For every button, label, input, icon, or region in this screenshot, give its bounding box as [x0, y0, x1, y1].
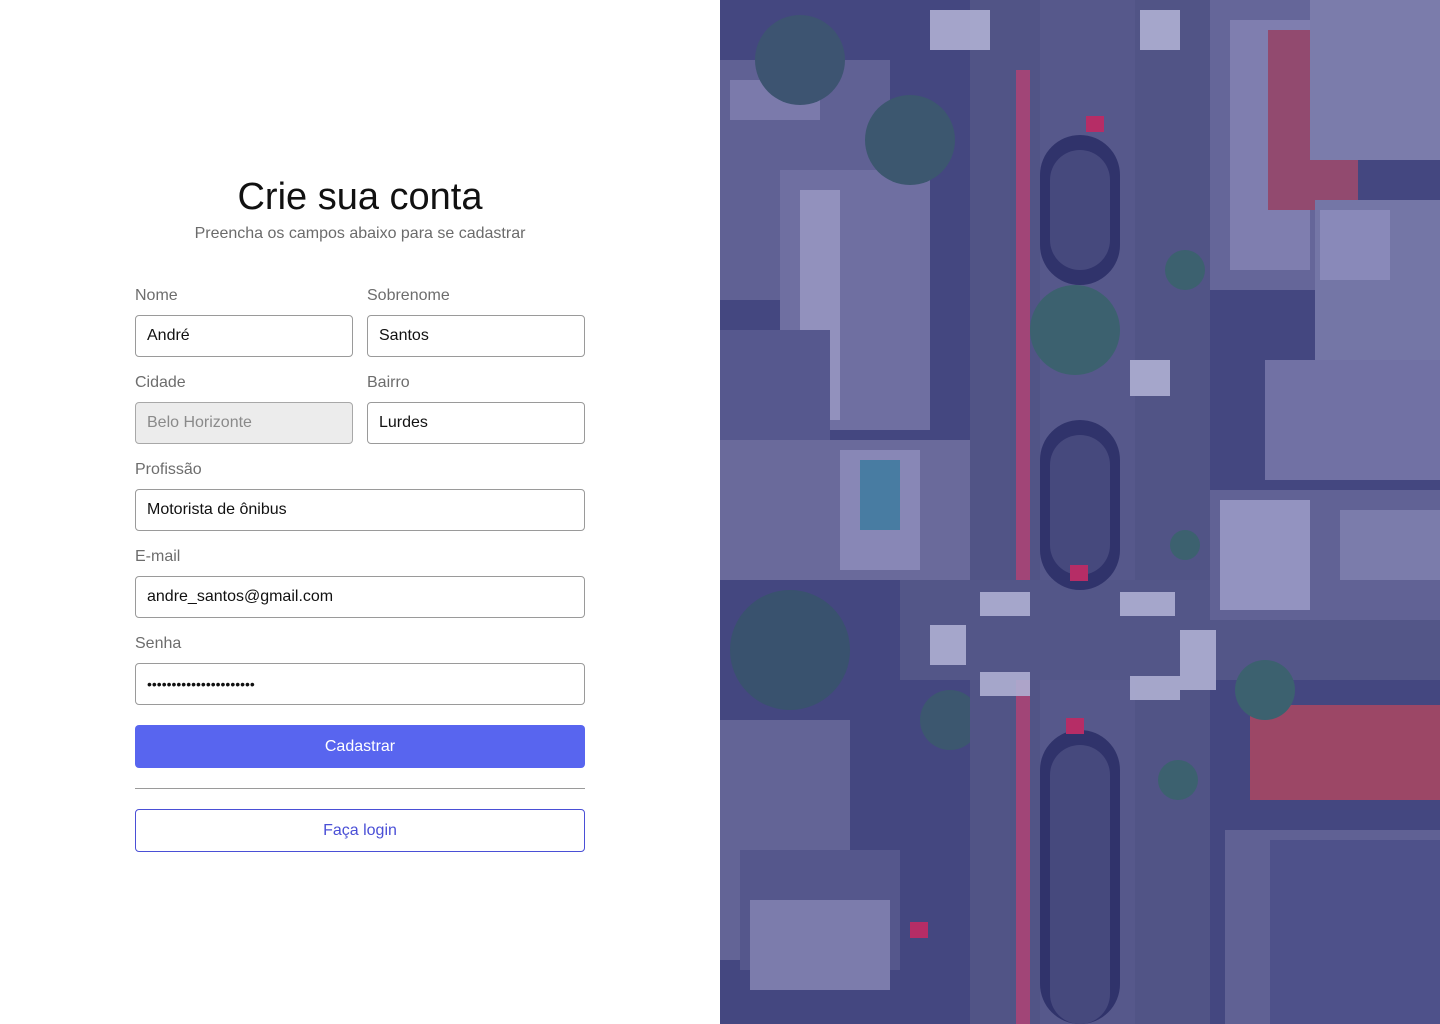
nome-label: Nome: [135, 287, 178, 304]
cidade-input: Belo Horizonte: [135, 402, 353, 444]
cadastrar-button[interactable]: Cadastrar: [135, 725, 585, 768]
profissao-field-group: Profissão Motorista de ônibus: [135, 460, 585, 531]
profissao-label: Profissão: [135, 461, 202, 478]
nome-field-group: Nome André: [135, 286, 353, 357]
login-button[interactable]: Faça login: [135, 809, 585, 852]
bairro-label: Bairro: [367, 374, 410, 391]
divider: [135, 788, 585, 789]
form-panel: Crie sua conta Preencha os campos abaixo…: [0, 0, 720, 1024]
bairro-field-group: Bairro Lurdes: [367, 373, 585, 444]
email-field-group: E-mail andre_santos@gmail.com: [135, 547, 585, 618]
submit-wrap: Cadastrar: [135, 725, 585, 768]
location-row: Cidade Belo Horizonte Bairro Lurdes: [135, 373, 585, 444]
sobrenome-input[interactable]: Santos: [367, 315, 585, 357]
senha-field-group: Senha ••••••••••••••••••••••: [135, 634, 585, 705]
login-wrap: Faça login: [135, 809, 585, 852]
name-row: Nome André Sobrenome Santos: [135, 286, 585, 357]
cidade-field-group: Cidade Belo Horizonte: [135, 373, 353, 444]
senha-label: Senha: [135, 635, 182, 652]
sobrenome-label: Sobrenome: [367, 287, 450, 304]
signup-form: Crie sua conta Preencha os campos abaixo…: [135, 170, 585, 852]
aerial-city-illustration: [720, 0, 1440, 1024]
page-subtitle: Preencha os campos abaixo para se cadast…: [194, 225, 526, 242]
aerial-city-image: [720, 0, 1440, 1024]
email-label: E-mail: [135, 548, 181, 565]
signup-page: Crie sua conta Preencha os campos abaixo…: [0, 0, 1440, 1024]
cidade-label: Cidade: [135, 374, 186, 391]
profissao-input[interactable]: Motorista de ônibus: [135, 489, 585, 531]
page-title: Crie sua conta: [237, 176, 483, 218]
email-input[interactable]: andre_santos@gmail.com: [135, 576, 585, 618]
senha-input[interactable]: ••••••••••••••••••••••: [135, 663, 585, 705]
bairro-input[interactable]: Lurdes: [367, 402, 585, 444]
nome-input[interactable]: André: [135, 315, 353, 357]
sobrenome-field-group: Sobrenome Santos: [367, 286, 585, 357]
